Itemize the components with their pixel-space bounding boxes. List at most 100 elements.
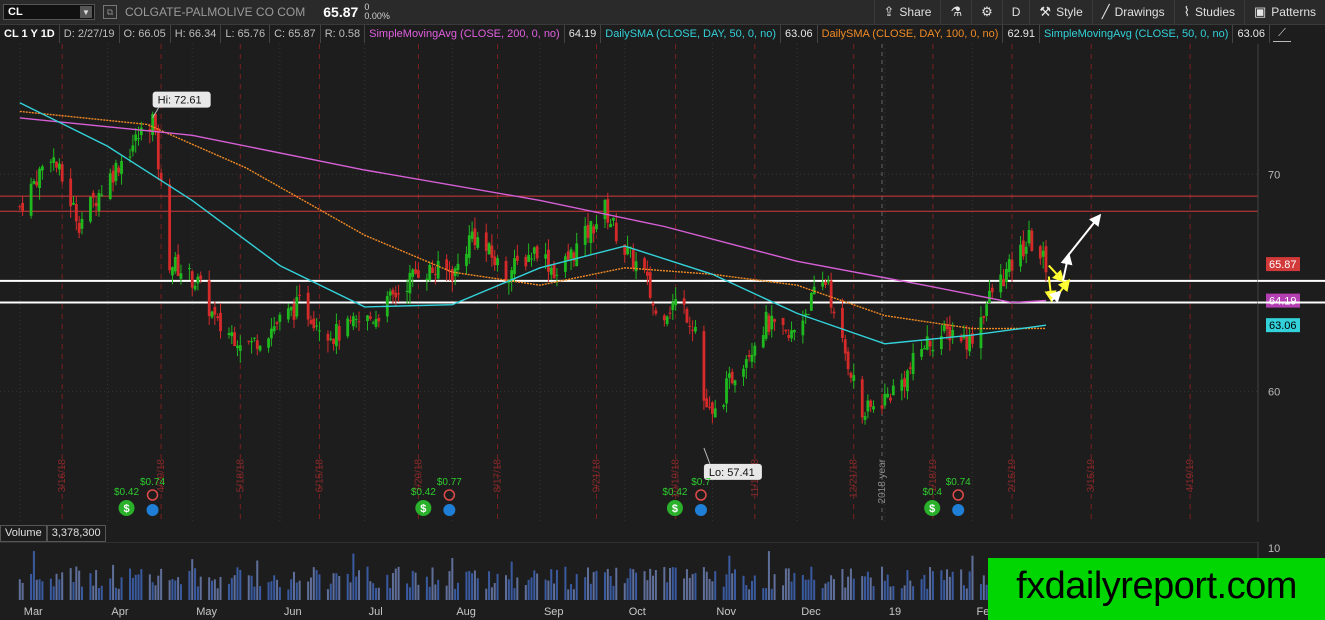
- candle-body: [275, 322, 279, 324]
- candle-body: [74, 204, 78, 222]
- candle-body: [900, 379, 904, 391]
- volume-bar: [587, 567, 590, 600]
- toolbar-period-button[interactable]: D: [1001, 0, 1030, 24]
- candle-body: [253, 337, 256, 339]
- candle-body: [173, 256, 177, 272]
- candle-body: [433, 274, 437, 276]
- candle-body: [272, 326, 276, 332]
- price-chart[interactable]: 3/16/18 4/20/18 5/18/18 6/15/18 7/20/18 8/17/…: [0, 44, 1325, 522]
- volume-bar: [397, 566, 400, 600]
- volume-bar: [493, 583, 496, 600]
- candle-body: [691, 329, 695, 331]
- volume-bar: [674, 567, 677, 600]
- candle-body: [431, 267, 434, 274]
- volume-bar: [507, 579, 510, 600]
- volume-bar: [725, 574, 728, 600]
- info-icon: [952, 504, 965, 516]
- patterns-icon: ▣: [1254, 4, 1267, 19]
- study-label-sma50[interactable]: SimpleMovingAvg (CLOSE, 50, 0, no): [1040, 25, 1234, 43]
- toolbar-drawings-button[interactable]: ╱ Drawings: [1091, 0, 1174, 24]
- candle-body: [450, 269, 454, 281]
- candle-body: [685, 308, 689, 323]
- volume-bar: [623, 583, 626, 600]
- candle-body: [405, 290, 409, 293]
- volume-bar: [425, 576, 428, 600]
- candle-body: [694, 326, 697, 332]
- toolbar-studies-button[interactable]: ⌇ Studies: [1173, 0, 1244, 24]
- candle-body: [742, 368, 745, 377]
- chevron-down-icon[interactable]: ▼: [80, 6, 92, 18]
- candle-body: [643, 258, 646, 269]
- study-label-sma200[interactable]: SimpleMovingAvg (CLOSE, 200, 0, no): [365, 25, 565, 43]
- candle-body: [80, 218, 84, 229]
- volume-bar: [832, 579, 835, 600]
- candle-body: [843, 339, 847, 354]
- candle-body: [566, 251, 570, 260]
- candle-body: [77, 222, 81, 233]
- volume-bar: [652, 575, 655, 600]
- volume-bar: [572, 589, 575, 600]
- toolbar-style-button[interactable]: ⚒ Style: [1029, 0, 1091, 24]
- symbol-period[interactable]: CL 1 Y 1D: [0, 25, 60, 43]
- candle-body: [467, 235, 471, 258]
- volume-bar: [527, 579, 530, 600]
- volume-bar: [140, 569, 143, 600]
- study-label-dailysma50[interactable]: DailySMA (CLOSE, DAY, 50, 0, no): [601, 25, 782, 43]
- volume-bar: [903, 585, 906, 600]
- toolbar-share-button[interactable]: ⇪ Share: [873, 0, 941, 24]
- candle-body: [852, 375, 856, 381]
- volume-bar: [100, 585, 103, 600]
- candle-body: [298, 294, 302, 296]
- earnings-estimate: $0.77: [437, 477, 462, 488]
- volume-bar: [866, 571, 869, 600]
- candle-body: [354, 319, 358, 321]
- candle-body: [923, 347, 926, 350]
- volume-bar: [589, 583, 592, 600]
- study-value-dailysma50: 63.06: [781, 25, 818, 43]
- earnings-estimate: $0.7: [691, 477, 711, 488]
- candle-body: [784, 329, 788, 332]
- volume-bar: [72, 582, 75, 600]
- volume-bar: [278, 587, 281, 600]
- candle-body: [377, 318, 381, 322]
- volume-bar: [734, 569, 737, 600]
- volume-bar: [476, 578, 479, 600]
- link-icon[interactable]: ⧉: [103, 5, 117, 19]
- study-label-dailysma100[interactable]: DailySMA (CLOSE, DAY, 100, 0, no): [818, 25, 1004, 43]
- candle-body: [41, 166, 44, 171]
- volume-bar: [338, 576, 341, 600]
- volume-bar: [708, 578, 711, 600]
- toolbar-gear-button[interactable]: ⚙: [971, 0, 1002, 24]
- candle-body: [507, 282, 511, 284]
- candle-body: [57, 163, 61, 170]
- volume-tick-label: 10: [1268, 543, 1280, 555]
- volume-bar: [745, 585, 748, 600]
- volume-bar: [940, 570, 943, 600]
- volume-label: Volume: [0, 525, 47, 542]
- toolbar-flask-button[interactable]: ⚗: [940, 0, 971, 24]
- candle-body: [866, 400, 870, 412]
- info-icon: [443, 504, 456, 516]
- candle-body: [750, 354, 754, 362]
- volume-bar: [649, 568, 652, 600]
- volume-bar: [177, 577, 180, 600]
- volume-bar: [160, 568, 163, 600]
- trendline-icon[interactable]: ⟋: [1273, 27, 1291, 42]
- volume-bar: [496, 573, 499, 600]
- candle-body: [394, 292, 398, 298]
- candle-body: [374, 319, 378, 327]
- candle-body: [171, 267, 174, 276]
- symbol-input[interactable]: CL ▼: [3, 4, 95, 20]
- flask-icon: ⚗: [950, 4, 963, 19]
- volume-bar: [544, 579, 547, 600]
- symbol-text: CL: [8, 6, 23, 18]
- volume-bar: [883, 580, 886, 600]
- candle-body: [920, 349, 923, 357]
- candle-body: [213, 307, 217, 315]
- volume-bar: [318, 574, 321, 600]
- toolbar-patterns-button[interactable]: ▣ Patterns: [1244, 0, 1325, 24]
- volume-bar: [414, 572, 417, 600]
- volume-bar: [276, 579, 279, 600]
- year-marker-label: 2018 year: [877, 458, 888, 503]
- volume-bar: [702, 567, 705, 600]
